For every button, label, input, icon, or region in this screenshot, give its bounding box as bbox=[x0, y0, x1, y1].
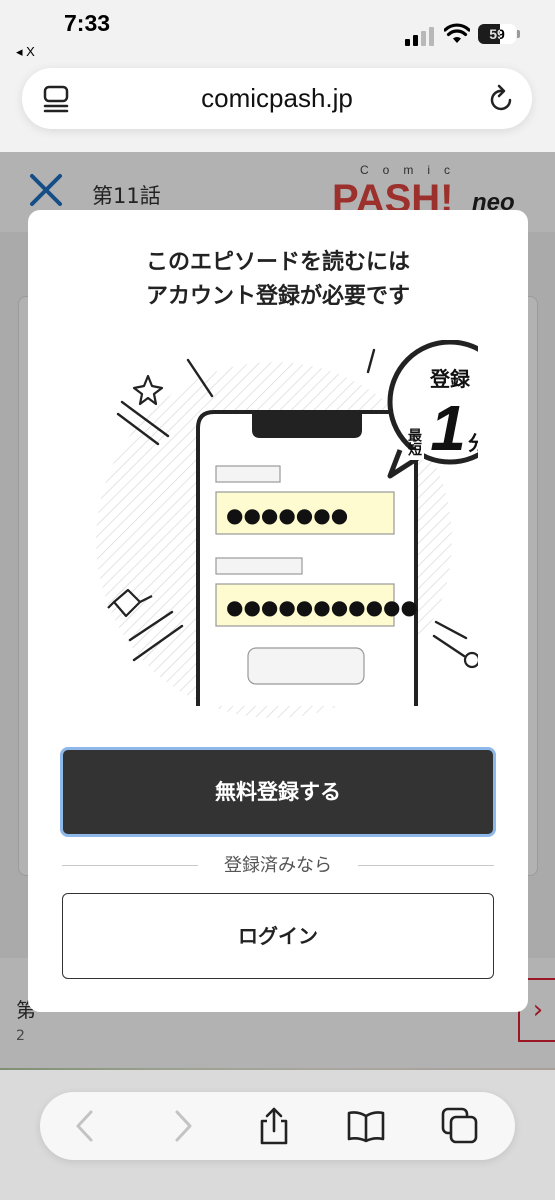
back-icon[interactable] bbox=[66, 1106, 106, 1146]
battery-percent: 59 bbox=[489, 26, 505, 42]
free-register-button[interactable]: 無料登録する bbox=[60, 747, 496, 837]
wifi-icon bbox=[444, 23, 470, 43]
phone-signup-illustration: ●●●●●●● ●●●●●●●●●●● 登録 最短 1 分 bbox=[96, 340, 478, 718]
url-text[interactable]: comicpash.jp bbox=[22, 68, 532, 129]
share-icon[interactable] bbox=[254, 1106, 294, 1146]
reload-icon[interactable] bbox=[488, 84, 516, 114]
login-button[interactable]: ログイン bbox=[62, 893, 494, 979]
back-to-app-link[interactable]: ◂ X bbox=[16, 44, 35, 60]
modal-heading-line1: このエピソードを読むには bbox=[145, 250, 410, 275]
badge-top-text: 登録 bbox=[429, 367, 471, 391]
registration-modal: このエピソードを読むには アカウント登録が必要です ●●●●●●● ●●●●●●… bbox=[28, 210, 528, 1012]
status-bar: 7:33 ◂ X 59 bbox=[0, 0, 555, 64]
modal-heading-line2: アカウント登録が必要です bbox=[145, 284, 410, 309]
divider-already-registered: 登録済みなら bbox=[62, 852, 494, 880]
badge-unit: 分 bbox=[468, 431, 478, 455]
modal-heading: このエピソードを読むには アカウント登録が必要です bbox=[28, 246, 528, 314]
forward-icon[interactable] bbox=[162, 1106, 202, 1146]
divider-line-right bbox=[358, 865, 494, 866]
cellular-signal-icon bbox=[405, 27, 434, 46]
status-time: 7:33 bbox=[64, 10, 111, 36]
divider-text: 登録済みなら bbox=[224, 855, 332, 876]
badge-number: 1 bbox=[430, 392, 466, 464]
registration-time-badge: 登録 最短 1 分 bbox=[387, 340, 478, 479]
bookmarks-icon[interactable] bbox=[346, 1106, 386, 1146]
tabs-icon[interactable] bbox=[440, 1106, 480, 1146]
safari-address-bar[interactable]: comicpash.jp bbox=[22, 68, 532, 129]
sparkle-star-icon bbox=[132, 374, 164, 406]
battery-indicator: 59 bbox=[478, 24, 516, 44]
password-dots-2: ●●●●●●●●●●● bbox=[226, 595, 418, 619]
safari-toolbar bbox=[40, 1092, 515, 1160]
badge-side-text: 最短 bbox=[406, 427, 422, 457]
password-dots-1: ●●●●●●● bbox=[226, 503, 348, 527]
